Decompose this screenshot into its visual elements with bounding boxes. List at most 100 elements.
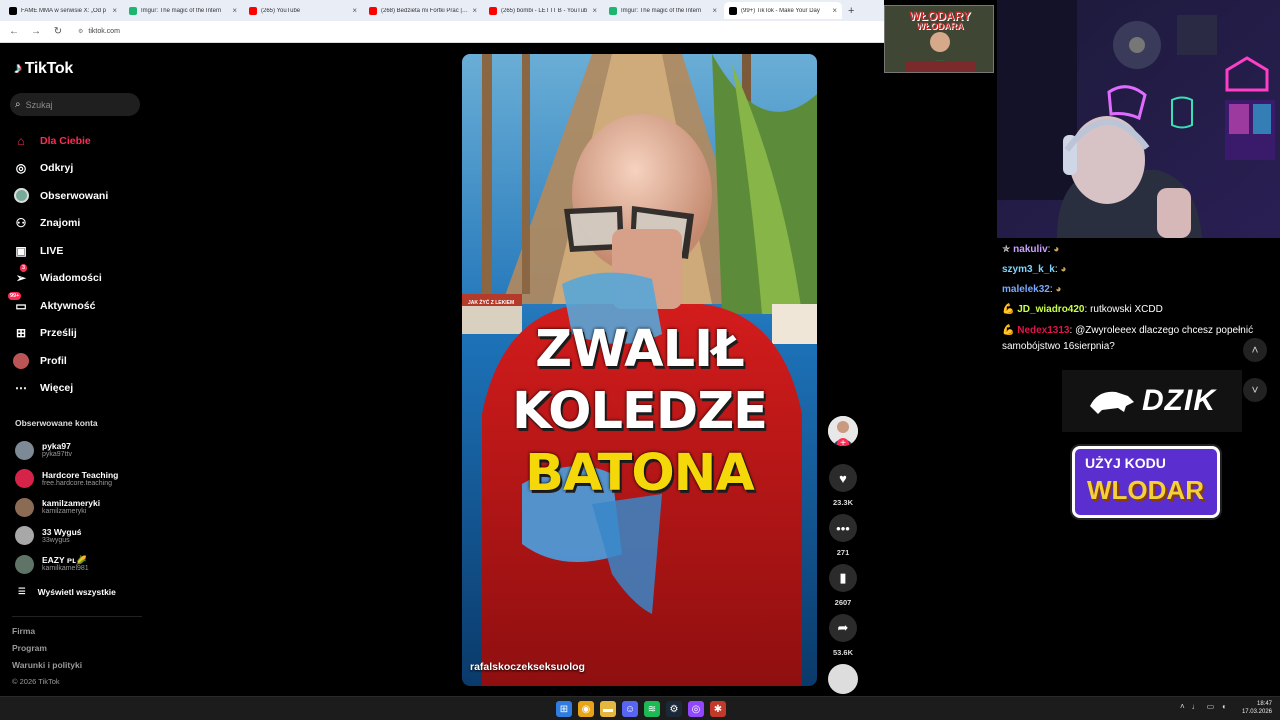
url-field[interactable]: ⚙ tiktok.com [78, 28, 120, 35]
chat-badge-icon: ✯ [1002, 244, 1014, 255]
nav-item[interactable]: ➢ 3 Wiadomości [12, 264, 148, 293]
browser-tab[interactable]: FAME MMA w serwisie X: „Od p × [4, 2, 122, 19]
account-text: pyka97 pyka97ttv [42, 441, 72, 459]
upload-icon: ⊞ [15, 326, 27, 341]
nav-label: LIVE [40, 244, 64, 257]
tray-chevron-icon[interactable]: ˄ [1180, 702, 1185, 711]
tab-close-icon[interactable]: × [112, 6, 117, 15]
tab-close-icon[interactable]: × [232, 6, 237, 15]
obs-icon[interactable]: ◎ [688, 701, 704, 717]
tab-close-icon[interactable]: × [352, 6, 357, 15]
chevron-down-icon[interactable]: ˅ [1243, 378, 1267, 402]
promo-code-banner: UŻYJ KODU WLODAR [1072, 446, 1220, 518]
nav-item[interactable]: ⚇ Znajomi [12, 210, 148, 238]
reload-icon[interactable]: ↻ [52, 26, 64, 37]
nav-item[interactable]: ⋯ Więcej [12, 375, 148, 403]
creator-avatar[interactable]: + [828, 416, 858, 446]
forward-icon[interactable]: → [30, 26, 42, 37]
notification-badge: 99+ [8, 291, 22, 300]
folder-icon[interactable]: ▬ [600, 701, 616, 717]
tab-title: (99+) TikTok - Make Your Day [741, 7, 820, 14]
like-action: ♥ 23.3K [828, 464, 858, 507]
heart-icon[interactable]: ♥ [829, 464, 857, 492]
list-icon: ☰ [18, 586, 26, 596]
chat-username[interactable]: szym3_k_k [1002, 264, 1055, 275]
followed-account[interactable]: EAZY ᴘʟ🌽 kamilkamel981 [15, 550, 145, 579]
discord-icon[interactable]: ☺ [622, 701, 638, 717]
followed-account[interactable]: kamilzameryki kamilzameryki [15, 493, 145, 522]
emote-icon: ◕ [1053, 244, 1060, 255]
steam-icon[interactable]: ⚙ [666, 701, 682, 717]
comment-icon[interactable]: ••• [829, 514, 857, 542]
tab-favicon-icon [609, 6, 617, 15]
account-handle: kamilkamel981 [42, 565, 89, 573]
new-tab-icon[interactable]: + [844, 5, 858, 17]
chat-message: malelek32: ◕ [1002, 280, 1275, 300]
footer-link-company[interactable]: Firma [12, 626, 82, 643]
start-icon[interactable]: ⊞ [556, 701, 572, 717]
mic-icon[interactable]: ♩ [1192, 702, 1200, 711]
chat-username[interactable]: JD_wiadro420 [1017, 304, 1084, 315]
home-icon: ⌂ [17, 133, 25, 148]
chrome-icon[interactable]: ◉ [578, 701, 594, 717]
footer-link-terms[interactable]: Warunki i polityki [12, 660, 82, 677]
sound-avatar[interactable] [828, 664, 858, 694]
following-title: Obserwowane konta [15, 418, 98, 428]
followed-account[interactable]: pyka97 pyka97ttv [15, 436, 145, 465]
emote-icon: ◕ [1055, 284, 1062, 295]
site-info-icon[interactable]: ⚙ [78, 28, 83, 35]
tab-favicon-icon [129, 6, 137, 15]
volume-icon[interactable]: ◖ [1221, 702, 1226, 711]
logo-text: TikTok [24, 60, 74, 77]
video-author[interactable]: rafalskoczekseksuolog [470, 661, 585, 673]
tab-title: (265) bombi - LET IT B - YouTub [501, 7, 588, 14]
nav-item[interactable]: ⊞ Prześlij [12, 320, 148, 348]
like-count: 23.3K [832, 498, 853, 507]
browser-tab[interactable]: Imgur: The magic of the Intern × [604, 2, 722, 19]
show-all-button[interactable]: ☰ Wyświetl wszystkie [18, 586, 116, 597]
browser-tab[interactable]: (265) YouTube × [244, 2, 362, 19]
share-icon[interactable]: ➦ [829, 614, 857, 642]
nav-item[interactable]: Obserwowani [12, 182, 148, 210]
chat-text: rutkowski XCDD [1090, 304, 1163, 315]
chevron-up-icon[interactable]: ˄ [1243, 338, 1267, 362]
browser-tab[interactable]: (265) bombi - LET IT B - YouTub × [484, 2, 602, 19]
tab-close-icon[interactable]: × [592, 6, 597, 15]
browser-tab[interactable]: (99+) TikTok - Make Your Day × [724, 2, 842, 19]
taskbar-apps: ⊞ ◉ ▬ ☺ ≋ ⚙ ◎ ✱ [556, 701, 726, 717]
live-icon: ▣ [15, 243, 27, 258]
video-caption-line2: KOLEDZE [511, 382, 768, 441]
bookmark-icon[interactable]: ▮ [829, 564, 857, 592]
nav-item[interactable]: Profil [12, 347, 148, 375]
account-text: Hardcore Teaching free.hardcore.teaching [42, 470, 118, 488]
network-icon[interactable]: ▭ [1207, 702, 1215, 711]
nav-item[interactable]: ⌂ Dla Ciebie [12, 127, 148, 155]
tab-close-icon[interactable]: × [712, 6, 717, 15]
tab-close-icon[interactable]: × [832, 6, 837, 15]
nav-item[interactable]: ◎ Odkryj [12, 155, 148, 183]
tab-close-icon[interactable]: × [472, 6, 477, 15]
browser-tab[interactable]: Imgur: The magic of the Intern × [124, 2, 242, 19]
followed-account[interactable]: Hardcore Teaching free.hardcore.teaching [15, 465, 145, 494]
follow-plus-icon[interactable]: + [837, 438, 849, 446]
followed-account[interactable]: 33 Wyguś 33wygus [15, 522, 145, 551]
tiktok-logo[interactable]: ♪ TikTok [14, 60, 73, 78]
spotify-icon[interactable]: ≋ [644, 701, 660, 717]
nav-item[interactable]: ▭ 99+ Aktywność [8, 291, 148, 320]
chat-username[interactable]: malelek32 [1002, 284, 1050, 295]
tab-favicon-icon [729, 6, 737, 15]
chat-username[interactable]: nakuliv [1013, 244, 1047, 255]
nav-item[interactable]: ▣ LIVE [12, 237, 148, 265]
back-icon[interactable]: ← [8, 26, 20, 37]
search-input[interactable]: ⌕ Szukaj [10, 93, 140, 116]
video-player[interactable]: JAK ŻYĆ Z LEKIEM ZWALIŁ KOLEDZE BATONA r… [462, 54, 817, 686]
notification-badge: 3 [20, 264, 28, 273]
browser-tab[interactable]: (268) Bedzieta mi Fortki Prać | Fl × [364, 2, 482, 19]
clock[interactable]: 18:47 17.03.2026 [1240, 700, 1272, 716]
app-icon[interactable]: ✱ [710, 701, 726, 717]
footer-link-program[interactable]: Program [12, 643, 82, 660]
chat-message: 💪 JD_wiadro420: rutkowski XCDD [1002, 300, 1275, 320]
nav-label: Znajomi [40, 217, 81, 230]
chat-username[interactable]: Nedex1313 [1017, 325, 1069, 336]
nav-label: Prześlij [40, 327, 77, 340]
